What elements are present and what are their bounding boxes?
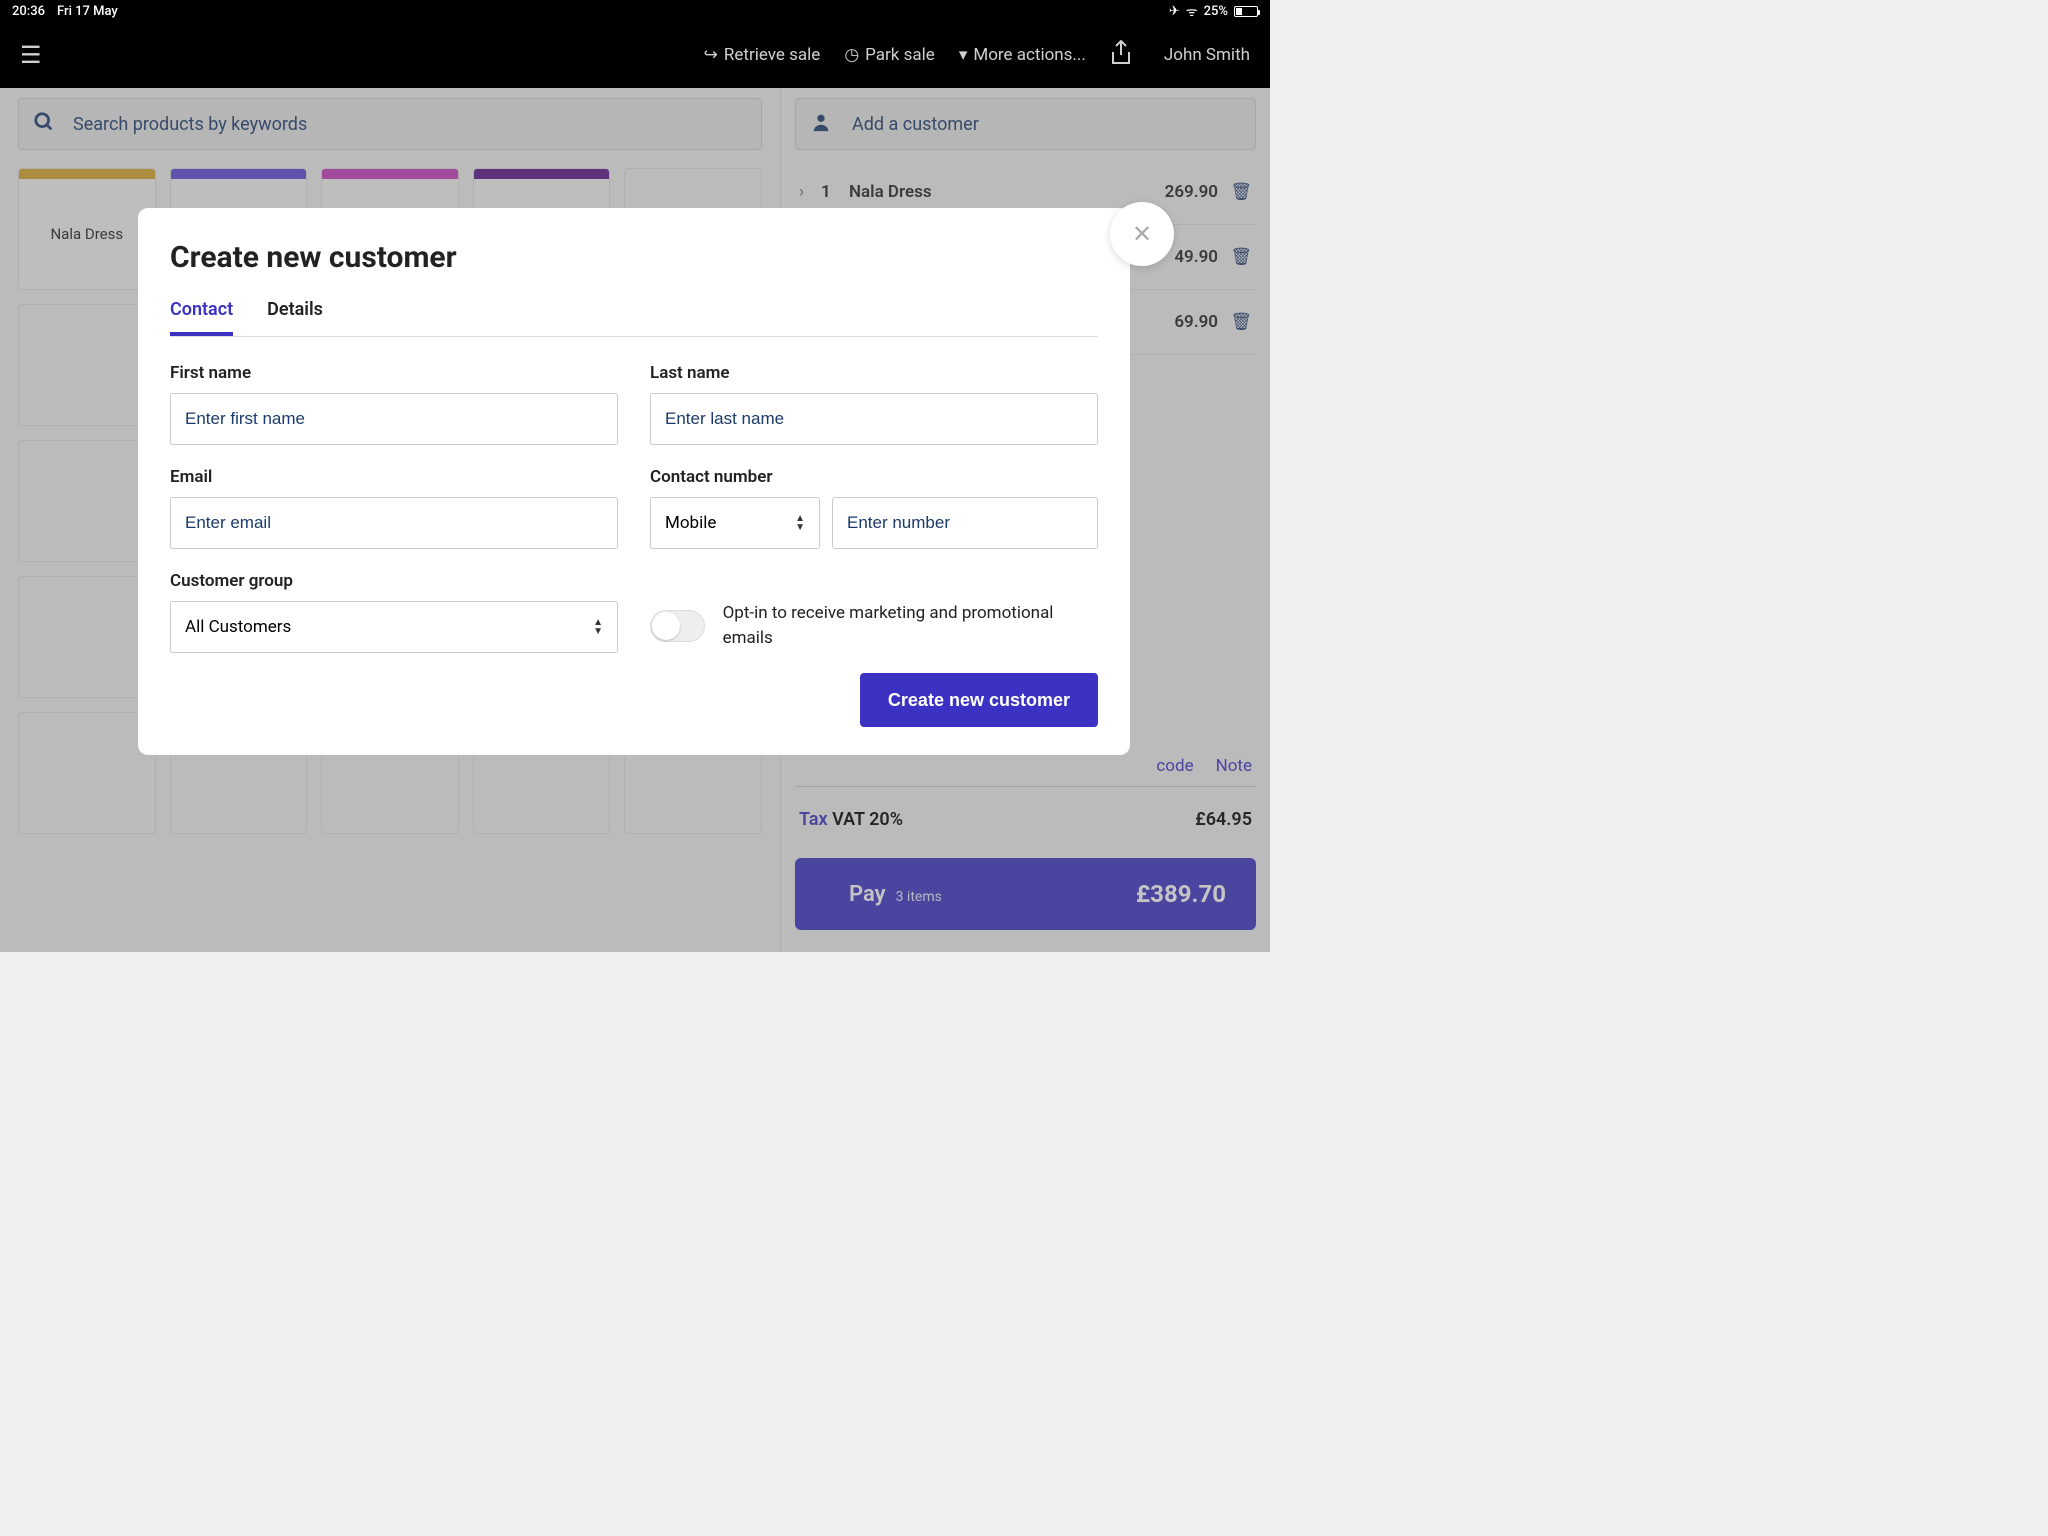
caret-down-icon: ▾ (959, 45, 968, 65)
contact-type-value: Mobile (665, 513, 716, 533)
menu-icon[interactable]: ☰ (20, 41, 42, 69)
tab-details[interactable]: Details (267, 299, 323, 336)
contact-type-select[interactable]: Mobile ▲▼ (650, 497, 820, 549)
retrieve-sale-label: Retrieve sale (724, 45, 820, 65)
status-time: 20:36 (12, 4, 45, 19)
user-name[interactable]: John Smith (1164, 45, 1250, 65)
optin-label: Opt-in to receive marketing and promotio… (723, 601, 1098, 652)
park-sale-label: Park sale (865, 45, 935, 65)
park-sale-button[interactable]: ◷ Park sale (844, 45, 935, 65)
more-actions-label: More actions... (973, 45, 1086, 65)
create-customer-button[interactable]: Create new customer (860, 673, 1098, 727)
stepper-icon: ▲▼ (795, 514, 805, 532)
close-button[interactable]: ✕ (1110, 202, 1174, 266)
tab-contact[interactable]: Contact (170, 299, 233, 336)
last-name-label: Last name (650, 363, 1098, 383)
last-name-input[interactable] (650, 393, 1098, 445)
share-icon[interactable] (1110, 40, 1132, 71)
modal-title: Create new customer (170, 240, 1098, 275)
clock-icon: ◷ (844, 45, 859, 65)
top-toolbar: ☰ ↪ Retrieve sale ◷ Park sale ▾ More act… (0, 22, 1270, 88)
create-customer-modal: ✕ Create new customer Contact Details Fi… (138, 208, 1130, 755)
first-name-input[interactable] (170, 393, 618, 445)
battery-percent: 25% (1204, 4, 1228, 19)
wifi-icon: ᯤ (1186, 2, 1198, 20)
first-name-label: First name (170, 363, 618, 383)
status-date: Fri 17 May (57, 4, 118, 19)
email-input[interactable] (170, 497, 618, 549)
status-bar: 20:36 Fri 17 May ✈ ᯤ 25% (0, 0, 1270, 22)
stepper-icon: ▲▼ (593, 618, 603, 636)
customer-group-label: Customer group (170, 571, 618, 591)
customer-group-value: All Customers (185, 617, 291, 637)
redo-icon: ↪ (704, 45, 718, 65)
close-icon: ✕ (1132, 220, 1152, 248)
toggle-knob (652, 612, 680, 640)
email-label: Email (170, 467, 618, 487)
more-actions-button[interactable]: ▾ More actions... (959, 45, 1086, 65)
customer-group-select[interactable]: All Customers ▲▼ (170, 601, 618, 653)
airplane-icon: ✈ (1169, 4, 1180, 19)
marketing-optin-toggle[interactable] (650, 610, 705, 642)
contact-number-input[interactable] (832, 497, 1098, 549)
retrieve-sale-button[interactable]: ↪ Retrieve sale (704, 45, 821, 65)
contact-number-label: Contact number (650, 467, 1098, 487)
battery-icon (1234, 6, 1258, 17)
